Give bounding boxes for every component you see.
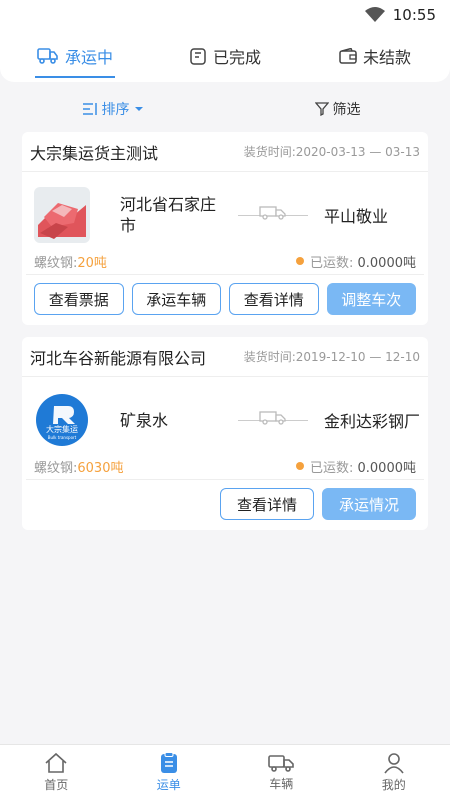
truck-icon xyxy=(268,755,295,772)
status-dot xyxy=(295,462,304,470)
order-card-body: 大宗集运 Bulk transport 矿泉水 金利达彩钢厂 xyxy=(22,377,428,453)
order-actions: 查看详情 承运情况 xyxy=(26,479,424,530)
load-time: 装货时间:2019-12-10 — 12-10 xyxy=(243,350,420,364)
nav-home[interactable]: 首页 xyxy=(0,745,113,800)
goods-thumbnail xyxy=(34,187,90,243)
order-card[interactable]: 大宗集运货主测试 装货时间:2020-03-13 — 03-13 河北省石家庄市… xyxy=(22,132,428,325)
adjust-trips-button[interactable]: 调整车次 xyxy=(326,283,416,315)
wallet-icon xyxy=(339,48,357,64)
view-invoice-button[interactable]: 查看票据 xyxy=(34,283,124,315)
carrier-vehicles-button[interactable]: 承运车辆 xyxy=(131,283,221,315)
shipped-value: 0.0000吨 xyxy=(357,460,417,476)
tab-in-transit[interactable]: 承运中 xyxy=(0,30,150,82)
order-card[interactable]: 河北车谷新能源有限公司 装货时间:2019-12-10 — 12-10 大宗集运… xyxy=(22,337,428,530)
order-info-row: 螺纹钢:6030吨 已运数: 0.0000吨 xyxy=(22,453,428,479)
product-qty: 20吨 xyxy=(77,255,107,271)
goods-thumbnail: 大宗集运 Bulk transport xyxy=(34,392,90,448)
tab-label: 未结款 xyxy=(362,48,411,67)
truck-icon xyxy=(37,48,58,64)
filter-label: 筛选 xyxy=(332,102,361,118)
nav-label: 我的 xyxy=(381,778,406,792)
nav-profile[interactable]: 我的 xyxy=(338,745,450,800)
waybill-icon xyxy=(160,752,177,773)
nav-label: 运单 xyxy=(156,778,181,792)
sort-icon xyxy=(82,103,97,115)
order-info-row: 螺纹钢:20吨 已运数: 0.0000吨 xyxy=(22,248,428,274)
company-name: 大宗集运货主测试 xyxy=(30,143,159,163)
company-logo: 大宗集运 Bulk transport xyxy=(34,392,90,448)
product-qty: 6030吨 xyxy=(77,460,124,476)
sort-button[interactable]: 排序 xyxy=(0,99,225,119)
destination: 金利达彩钢厂 xyxy=(324,412,421,431)
truck-icon xyxy=(259,206,286,220)
status-bar: 10:55 xyxy=(0,0,450,30)
filter-bar: 排序 筛选 xyxy=(0,86,450,132)
goods-origin: 矿泉水 xyxy=(120,410,169,430)
load-time: 装货时间:2020-03-13 — 03-13 xyxy=(243,145,420,159)
tab-completed[interactable]: 已完成 xyxy=(150,30,300,82)
home-icon xyxy=(45,752,67,773)
shipped-info: 已运数: 0.0000吨 xyxy=(295,457,417,476)
tab-label: 承运中 xyxy=(64,48,113,67)
nav-waybill[interactable]: 运单 xyxy=(113,745,226,800)
top-tabs: 承运中 已完成 未结款 xyxy=(0,30,450,82)
nav-label: 首页 xyxy=(44,778,69,792)
order-card-header: 河北车谷新能源有限公司 装货时间:2019-12-10 — 12-10 xyxy=(22,337,428,377)
tab-unsettled[interactable]: 未结款 xyxy=(300,30,450,82)
product-info: 螺纹钢:6030吨 xyxy=(34,460,124,476)
bottom-nav: 首页 运单 车辆 我的 xyxy=(0,744,450,800)
view-details-button[interactable]: 查看详情 xyxy=(229,283,319,315)
destination: 平山敬业 xyxy=(324,207,389,226)
company-name: 河北车谷新能源有限公司 xyxy=(30,348,207,368)
filter-button[interactable]: 筛选 xyxy=(225,99,450,119)
nav-label: 车辆 xyxy=(269,777,294,791)
order-card-header: 大宗集运货主测试 装货时间:2020-03-13 — 03-13 xyxy=(22,132,428,172)
product-info: 螺纹钢:20吨 xyxy=(34,255,107,271)
route-indicator xyxy=(230,200,316,230)
goods-image xyxy=(34,187,90,243)
caret-down-icon xyxy=(134,107,143,111)
clipboard-check-icon xyxy=(190,48,206,65)
order-card-body: 河北省石家庄市 平山敬业 xyxy=(22,172,428,248)
svg-text:Bulk transport: Bulk transport xyxy=(48,435,77,440)
status-dot xyxy=(295,257,304,265)
order-actions: 查看票据 承运车辆 查看详情 调整车次 xyxy=(26,274,424,325)
svg-text:大宗集运: 大宗集运 xyxy=(46,424,78,434)
tab-label: 已完成 xyxy=(212,48,261,67)
user-icon xyxy=(384,753,404,774)
status-time: 10:55 xyxy=(392,6,436,24)
filter-icon xyxy=(314,102,329,116)
view-details-button[interactable]: 查看详情 xyxy=(220,488,314,520)
wifi-icon xyxy=(364,7,385,22)
goods-origin: 河北省石家庄市 xyxy=(120,195,217,235)
carrier-status-button[interactable]: 承运情况 xyxy=(322,488,416,520)
route-indicator xyxy=(230,405,316,435)
shipped-info: 已运数: 0.0000吨 xyxy=(295,252,417,271)
truck-icon xyxy=(259,411,286,425)
shipped-value: 0.0000吨 xyxy=(357,255,417,271)
nav-vehicles[interactable]: 车辆 xyxy=(225,745,338,800)
sort-label: 排序 xyxy=(101,102,130,118)
